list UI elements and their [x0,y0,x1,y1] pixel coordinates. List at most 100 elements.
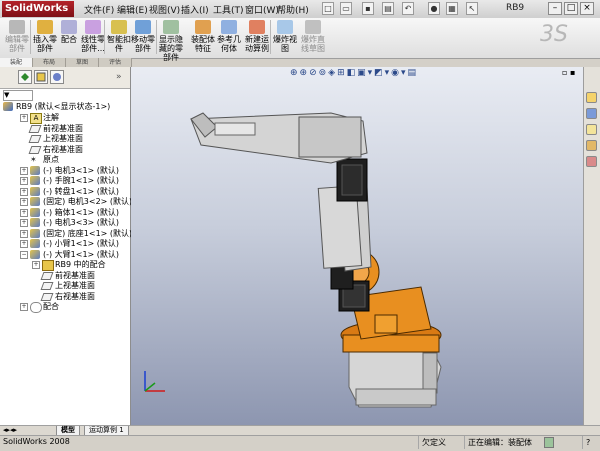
expand-icon[interactable]: + [20,187,28,196]
tree-item[interactable]: + (-) 转盘1<1> (默认) [0,186,130,197]
tree-item[interactable]: + (-) 手腕1<1> (默认) [0,175,130,186]
rebuild-status-icon[interactable] [544,437,554,448]
tree-item-label: (-) 大臂1<1> (默认) [43,249,120,259]
ribbon-button-1[interactable]: 插入零部件 [32,20,58,53]
select-icon[interactable]: ↖ [466,2,478,15]
view-palette-icon[interactable] [586,140,597,151]
tree-item[interactable]: 前视基准面 [0,270,130,281]
new-icon[interactable]: □ [322,2,334,15]
menu-file[interactable]: 文件(F) [84,3,114,16]
tree-item-label: 右视基准面 [55,291,95,301]
ribbon-button-10[interactable]: 爆炸视图 [272,20,298,53]
expand-icon[interactable]: + [32,261,40,269]
propertymanager-tab-icon[interactable] [34,70,48,84]
tree-item[interactable]: + 配合 [0,301,130,313]
minimize-icon[interactable]: – [548,2,562,15]
tree-item[interactable]: 上视基准面 [0,133,130,144]
tab-assembly[interactable]: 装配 [0,58,33,67]
restore-icon[interactable]: □ [564,2,578,15]
menu-insert[interactable]: 插入(I) [181,3,209,16]
ribbon-button-6[interactable]: 显示隐藏的零部件 [158,20,184,62]
tree-filter[interactable]: ▼ [3,90,33,101]
part-icon [30,186,40,196]
appearances-icon[interactable] [586,156,597,167]
ribbon-button-9[interactable]: 新建运动算例 [244,20,270,53]
plane-icon [28,145,42,154]
tree-item-label: 前视基准面 [55,270,95,280]
panel-expand-icon[interactable]: » [116,72,122,82]
ribbon-button-11[interactable]: 爆炸直线草图 [300,20,326,53]
menu-window[interactable]: 窗口(W) [245,3,279,16]
open-icon[interactable]: ▭ [340,2,352,15]
tab-evaluate[interactable]: 评估 [99,58,132,67]
expand-icon[interactable]: + [20,177,28,185]
undo-icon[interactable]: ↶ [402,2,414,15]
rebuild-icon[interactable]: ● [428,2,440,15]
status-definition: 欠定义 [418,436,446,449]
tree-item-label: 配合 [43,302,59,311]
resources-icon[interactable] [586,92,597,103]
tree-item[interactable]: + (-) 箱体1<1> (默认) [0,207,130,218]
robot-model[interactable] [131,67,583,425]
save-icon[interactable]: ▪ [362,2,374,15]
tree-item[interactable]: + (-) 电机3<1> (默认) [0,165,130,176]
ribbon-button-label: 参考几何体 [217,35,241,53]
configurationmanager-tab-icon[interactable] [50,70,64,84]
expand-icon[interactable]: + [20,229,28,238]
tree-item-label: (-) 手腕1<1> (默认) [43,176,120,185]
ribbon-button-5[interactable]: 移动零部件 [130,20,156,53]
ribbon-button-label: 配合 [61,35,77,44]
tab-layout[interactable]: 布局 [33,58,66,67]
part-icon [30,218,40,227]
solidworks-logo[interactable]: SolidWorks [2,1,74,17]
tree-item[interactable]: + RB9 中的配合 [0,259,130,271]
tree-item[interactable]: 右视基准面 [0,144,130,155]
tree-item[interactable]: ✶ 原点 [0,154,130,165]
plane-icon [28,124,42,133]
tree-item-label: (-) 转盘1<1> (默认) [43,186,120,196]
ribbon-separator [104,20,105,54]
tree-item[interactable]: + (固定) 底座1<1> (默认) [0,228,132,239]
print-icon[interactable]: ▤ [382,2,394,15]
ribbon-button-4[interactable]: 智能扣件 [106,20,132,53]
tree-item-label: 右视基准面 [43,144,83,154]
tree-item[interactable]: + (-) 小臂1<1> (默认) [0,238,130,249]
tree-item[interactable]: 前视基准面 [0,123,130,134]
tree-item[interactable]: 右视基准面 [0,291,130,302]
tree-item-label: (-) 电机3<1> (默认) [43,165,120,175]
ribbon-button-3[interactable]: 线性零部件... [80,20,106,53]
help-icon[interactable]: ? [582,436,590,449]
ribbon-button-0[interactable]: 编辑零部件 [4,20,30,53]
collapse-icon[interactable]: − [20,250,28,259]
tree-item-label: 上视基准面 [43,134,83,143]
expand-icon[interactable]: + [20,114,28,122]
expand-icon[interactable]: + [20,208,28,217]
ribbon-button-icon [111,20,127,34]
tree-root[interactable]: RB9 (默认<显示状态-1>) [0,101,130,112]
menu-edit[interactable]: 编辑(E) [117,3,148,16]
design-library-icon[interactable] [586,108,597,119]
expand-icon[interactable]: + [20,303,28,311]
options-icon[interactable]: ▦ [446,2,458,15]
tree-item[interactable]: + (-) 电机3<3> (默认) [0,217,130,228]
tab-scroll-icons[interactable]: ◂▸◂▸ [3,426,17,434]
menu-help[interactable]: 帮助(H) [277,3,309,16]
close-icon[interactable]: × [580,2,594,15]
tree-item-label: 注解 [43,113,59,122]
file-explorer-icon[interactable] [586,124,597,135]
tab-sketch[interactable]: 草图 [66,58,99,67]
expand-icon[interactable]: + [20,198,28,206]
ribbon-button-8[interactable]: 参考几何体 [216,20,242,53]
tree-item[interactable]: + A 注解 [0,112,130,124]
tree-item[interactable]: 上视基准面 [0,280,130,291]
ribbon-button-7[interactable]: 装配体特征 [190,20,216,53]
expand-icon[interactable]: + [20,240,28,248]
ribbon-button-2[interactable]: 配合 [56,20,82,44]
tree-item[interactable]: − (-) 大臂1<1> (默认) [0,249,130,260]
featuremanager-tab-icon[interactable] [18,70,32,84]
menu-view[interactable]: 视图(V) [149,3,180,16]
expand-icon[interactable]: + [20,166,28,175]
menu-tools[interactable]: 工具(T) [213,3,244,16]
tree-item[interactable]: + (固定) 电机3<2> (默认) [0,196,132,207]
expand-icon[interactable]: + [20,219,28,227]
